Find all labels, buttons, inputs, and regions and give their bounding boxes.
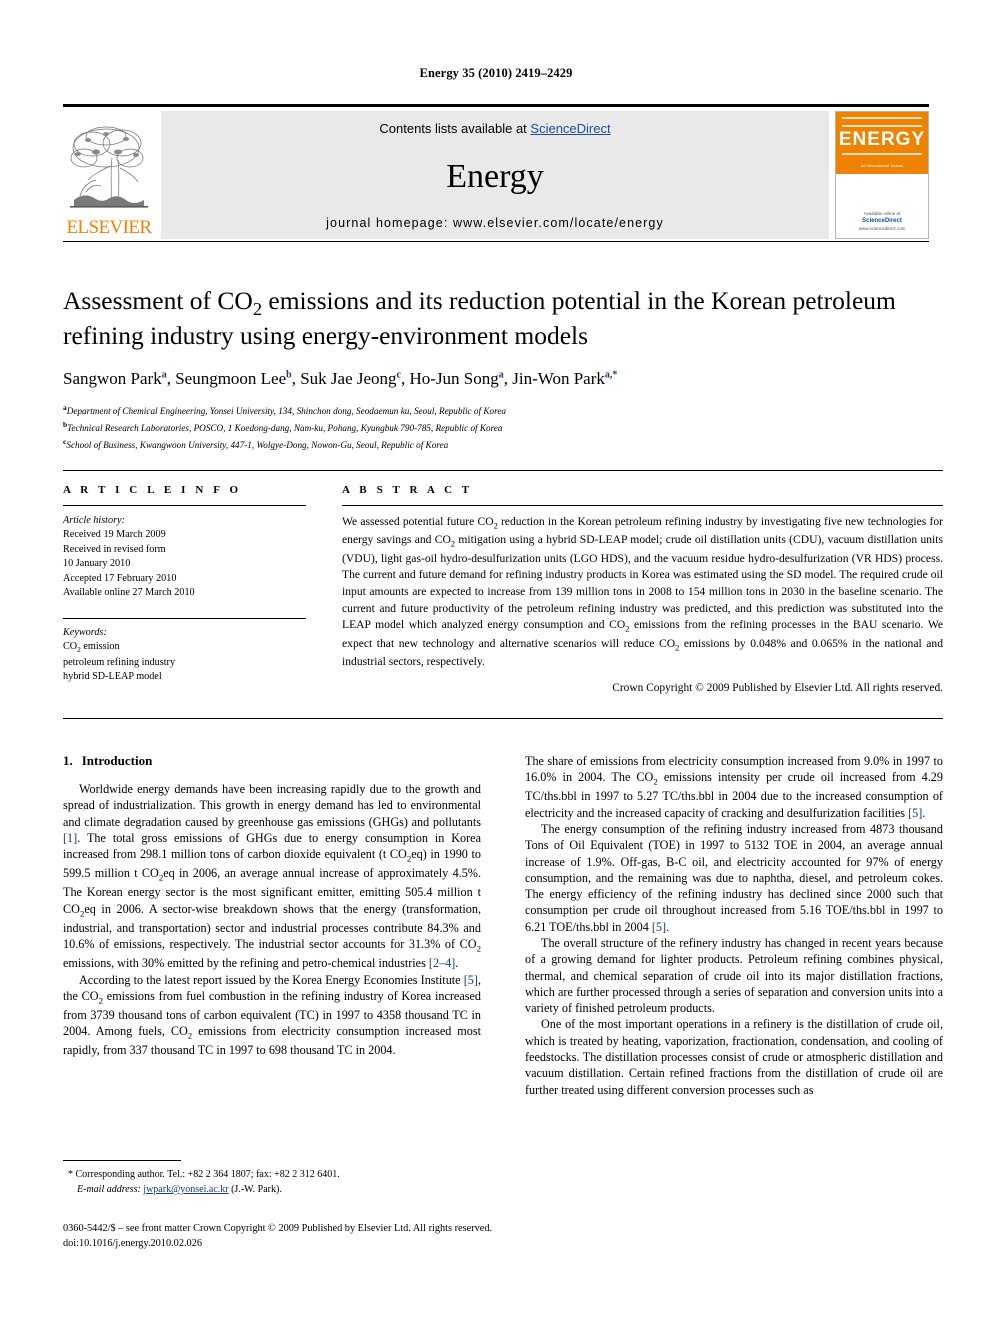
author-name: Suk Jae Jeong [300, 368, 397, 388]
keyword-item: petroleum refining industry [63, 656, 176, 668]
article-info-heading: A R T I C L E I N F O [63, 484, 242, 496]
title-line2: refining industry using energy-environme… [63, 321, 589, 351]
affiliation-text: Department of Chemical Engineering, Yons… [66, 405, 506, 416]
cover-masthead: ENERGY An International Journal [836, 112, 928, 174]
paragraph: The energy consumption of the refining i… [525, 822, 943, 934]
corresponding-author-note: * Corresponding author. Tel.: +82 2 364 … [63, 1167, 481, 1182]
journal-homepage-line[interactable]: journal homepage: www.elsevier.com/locat… [326, 216, 664, 230]
author-affiliation-mark: b [286, 368, 292, 380]
article-info-column: A R T I C L E I N F O Article history: R… [63, 484, 306, 694]
author-list: Sangwon Parka, Seungmoon Leeb, Suk Jae J… [63, 368, 618, 388]
cover-title: ENERGY [838, 129, 926, 150]
cover-body: Available online at ScienceDirect www.sc… [836, 174, 928, 238]
citation-ref[interactable]: [5] [908, 806, 922, 820]
email-note: E-mail address: jwpark@yonsei.ac.kr (J.-… [63, 1182, 481, 1197]
abstract-copyright: Crown Copyright © 2009 Published by Else… [612, 681, 943, 694]
author-affiliation-mark: c [396, 368, 401, 380]
header-bottom-rule [63, 241, 929, 242]
history-line: Accepted 17 February 2010 [63, 572, 177, 584]
elsevier-tree-icon [66, 122, 152, 218]
paragraph: According to the latest report issued by… [63, 972, 481, 1058]
sciencedirect-link[interactable]: ScienceDirect [530, 121, 610, 136]
paragraph: Worldwide energy demands have been incre… [63, 782, 481, 971]
cover-footer: Available online at ScienceDirect www.sc… [836, 211, 928, 234]
keyword-item: CO2 emission [63, 641, 120, 655]
footnote-rule [63, 1160, 181, 1161]
affiliation-item: bTechnical Research Laboratories, POSCO,… [63, 419, 943, 436]
citation-ref[interactable]: [2–4] [429, 956, 455, 970]
journal-title: Energy [446, 158, 544, 195]
elsevier-wordmark: ELSEVIER [66, 217, 153, 238]
affiliation-text: School of Business, Kwangwoon University… [66, 439, 449, 450]
body-column-left: 1. Introduction Worldwide energy demands … [63, 753, 481, 1098]
history-line: Available online 27 March 2010 [63, 587, 195, 599]
elsevier-logo: ELSEVIER [63, 111, 155, 239]
article-history: Article history: Received 19 March 2009 … [63, 514, 306, 601]
author-name: Sangwon Park [63, 368, 162, 388]
contents-available-line: Contents lists available at ScienceDirec… [379, 121, 610, 136]
colophon-line-1: 0360-5442/$ – see front matter Crown Cop… [63, 1223, 493, 1234]
affiliation-item: aDepartment of Chemical Engineering, Yon… [63, 402, 943, 419]
cover-footer-prefix: Available online at [863, 210, 901, 216]
author-affiliation-mark: a [498, 368, 504, 380]
keywords-block: Keywords: CO2 emission petroleum refinin… [63, 617, 306, 685]
author-name: Seungmoon Lee [175, 368, 287, 388]
colophon: 0360-5442/$ – see front matter Crown Cop… [63, 1222, 563, 1252]
contents-prefix: Contents lists available at [379, 121, 531, 136]
keywords-label: Keywords: [63, 626, 107, 638]
history-line: 10 January 2010 [63, 558, 131, 570]
citation-ref[interactable]: [1] [63, 831, 77, 845]
corresponding-author-text: * Corresponding author. Tel.: +82 2 364 … [68, 1169, 340, 1180]
author-affiliation-mark: a [161, 368, 167, 380]
affiliation-text: Technical Research Laboratories, POSCO, … [67, 422, 503, 433]
section-title: Introduction [81, 753, 153, 768]
author-name: Ho-Jun Song [409, 368, 499, 388]
paragraph: One of the most important operations in … [525, 1017, 943, 1097]
article-info-rule [63, 505, 306, 506]
affiliation-list: aDepartment of Chemical Engineering, Yon… [63, 402, 943, 453]
body-column-right: The share of emissions from electricity … [525, 753, 943, 1098]
cover-subtitle: An International Journal [860, 163, 904, 168]
cover-footer-url: www.sciencedirect.com [858, 226, 906, 232]
body-area: 1. Introduction Worldwide energy demands … [63, 718, 943, 1098]
paragraph: The share of emissions from electricity … [525, 754, 943, 820]
title-line1-post: emissions and its reduction potential in… [262, 286, 896, 315]
abstract-text: We assessed potential future CO2 reducti… [342, 515, 943, 669]
info-abstract-section: A R T I C L E I N F O Article history: R… [63, 470, 943, 694]
footnote-block: * Corresponding author. Tel.: +82 2 364 … [63, 1160, 481, 1197]
colophon-line-2: doi:10.1016/j.energy.2010.02.026 [63, 1237, 202, 1249]
email-link[interactable]: jwpark@yonsei.ac.kr [143, 1184, 228, 1195]
title-subscript: 2 [252, 299, 263, 320]
cover-footer-link: ScienceDirect [862, 218, 902, 225]
running-head: Energy 35 (2010) 2419–2429 [419, 66, 573, 80]
page-title: Assessment of CO2 emissions and its redu… [63, 285, 943, 352]
abstract-rule [342, 505, 943, 506]
journal-header: ELSEVIER Contents lists available at Sci… [63, 104, 929, 242]
keyword-item: hybrid SD-LEAP model [63, 671, 162, 683]
affiliation-item: cSchool of Business, Kwangwoon Universit… [63, 436, 943, 453]
section-heading: 1. Introduction [63, 753, 481, 769]
paragraph: The overall structure of the refinery in… [525, 935, 943, 1016]
citation-ref[interactable]: [5] [652, 920, 666, 934]
title-block: Assessment of CO2 emissions and its redu… [63, 285, 943, 453]
title-line1-pre: Assessment of CO [63, 286, 253, 315]
section-number: 1. [63, 753, 73, 768]
article-page: Energy 35 (2010) 2419–2429 ELSEVIER Cont… [0, 0, 992, 1323]
email-label: E-mail address: [77, 1184, 141, 1195]
history-line: Received 19 March 2009 [63, 529, 166, 541]
email-suffix: (J.-W. Park). [231, 1184, 282, 1195]
author-affiliation-mark: a,* [604, 368, 618, 380]
journal-cover-thumbnail: ENERGY An International Journal Availabl… [835, 111, 929, 239]
citation-ref[interactable]: [5] [464, 973, 478, 987]
history-line: Received in revised form [63, 543, 166, 555]
abstract-heading: A B S T R A C T [342, 484, 473, 496]
author-name: Jin-Won Park [512, 368, 605, 388]
journal-banner: Contents lists available at ScienceDirec… [161, 111, 829, 239]
abstract-column: A B S T R A C T We assessed potential fu… [342, 484, 943, 694]
article-history-label: Article history: [63, 515, 125, 526]
